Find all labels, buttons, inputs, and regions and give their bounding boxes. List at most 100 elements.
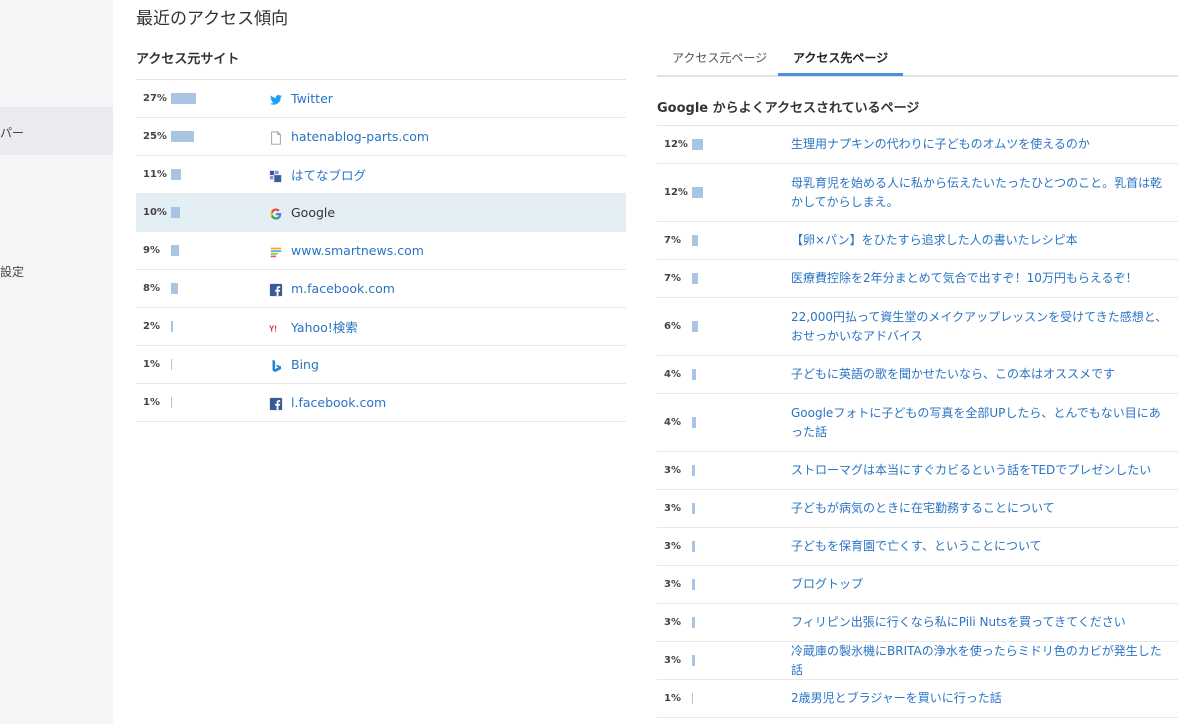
- page-bar-track: [692, 417, 791, 428]
- page-bar: [692, 273, 698, 284]
- page-bar-track: [692, 655, 791, 666]
- source-bar: [171, 245, 179, 256]
- source-bar: [171, 321, 173, 332]
- source-bar-track: [171, 245, 269, 256]
- google-pages-title: Google からよくアクセスされているページ: [657, 97, 1178, 126]
- source-link[interactable]: Twitter: [291, 91, 333, 106]
- page-bar-track: [692, 321, 791, 332]
- page-bar-track: [692, 693, 791, 704]
- source-percent: 1%: [143, 359, 160, 370]
- page-row: 3% フィリピン出張に行くなら私にPili Nutsを買ってきてください: [657, 604, 1178, 642]
- page-row: 1% 2歳男児とブラジャーを買いに行った話: [657, 680, 1178, 718]
- source-row: 1% l.facebook.com: [136, 384, 626, 422]
- source-link[interactable]: www.smartnews.com: [291, 243, 424, 258]
- page-title: 最近のアクセス傾向: [136, 9, 289, 29]
- page-bar: [692, 465, 695, 476]
- page-row: 3% 子どもが病気のときに在宅勤務することについて: [657, 490, 1178, 528]
- source-bar-track: [171, 207, 269, 218]
- source-link[interactable]: はてなブログ: [291, 165, 366, 184]
- source-row: 27% Twitter: [136, 80, 626, 118]
- sidebar: パー 設定: [0, 0, 113, 724]
- source-link[interactable]: m.facebook.com: [291, 281, 395, 296]
- page-link[interactable]: フィリピン出張に行くなら私にPili Nutsを買ってきてください: [791, 613, 1178, 632]
- source-percent: 11%: [143, 169, 167, 180]
- source-bar: [171, 169, 181, 180]
- source-percent: 9%: [143, 245, 160, 256]
- facebook-icon: [269, 282, 283, 296]
- page-percent: 3%: [664, 541, 681, 552]
- source-percent: 10%: [143, 207, 167, 218]
- page-row: 12% 母乳育児を始める人に私から伝えたいたったひとつのこと。乳首は乾かしてからし…: [657, 164, 1178, 222]
- page-percent: 4%: [664, 417, 681, 428]
- page-link[interactable]: 2歳男児とブラジャーを買いに行った話: [791, 689, 1178, 708]
- document-icon: [269, 130, 283, 145]
- source-bar: [171, 359, 172, 370]
- source-bar-track: [171, 321, 269, 332]
- source-link[interactable]: Bing: [291, 357, 319, 372]
- page-bar-track: [692, 139, 791, 150]
- page-bar-track: [692, 503, 791, 514]
- page-bar: [692, 235, 698, 246]
- page-row: 3% 冷蔵庫の製氷機にBRITAの浄水を使ったらミドリ色のカビが発生した話: [657, 642, 1178, 680]
- page-percent: 7%: [664, 273, 681, 284]
- page-row: 7% 医療費控除を2年分まとめて気合で出すぞ！10万円もらえるぞ！: [657, 260, 1178, 298]
- page-link[interactable]: 母乳育児を始める人に私から伝えたいたったひとつのこと。乳首は乾かしてからしまえ。: [791, 174, 1178, 212]
- page-row: 3% ブログトップ: [657, 566, 1178, 604]
- source-link[interactable]: Yahoo!検索: [291, 317, 358, 336]
- section-title: アクセス元サイト: [136, 49, 626, 80]
- access-page-panel: アクセス元ページ アクセス先ページ Google からよくアクセスされているペー…: [657, 41, 1178, 718]
- page-percent: 6%: [664, 321, 681, 332]
- page-bar-track: [692, 235, 791, 246]
- page-link[interactable]: 【卵×パン】をひたすら追求した人の書いたレシピ本: [791, 231, 1178, 250]
- page-row: 3% ストローマグは本当にすぐカビるという話をTEDでプレゼンしたい: [657, 452, 1178, 490]
- source-row: 2% Y! Yahoo!検索: [136, 308, 626, 346]
- source-link[interactable]: Google: [291, 205, 335, 220]
- tab-bar: アクセス元ページ アクセス先ページ: [657, 41, 1178, 77]
- page-link[interactable]: ストローマグは本当にすぐカビるという話をTEDでプレゼンしたい: [791, 461, 1178, 480]
- page-bar-track: [692, 465, 791, 476]
- source-percent: 8%: [143, 283, 160, 294]
- source-bar-track: [171, 169, 269, 180]
- page-link[interactable]: ブログトップ: [791, 575, 1178, 594]
- yahoo-icon: Y!: [269, 320, 283, 334]
- page-link[interactable]: 子どもに英語の歌を聞かせたいなら、この本はオススメです: [791, 365, 1178, 384]
- page-bar: [692, 503, 695, 514]
- page-bar: [692, 417, 696, 428]
- source-row: 8% m.facebook.com: [136, 270, 626, 308]
- page-bar: [692, 655, 695, 666]
- page-link[interactable]: 子どもが病気のときに在宅勤務することについて: [791, 499, 1178, 518]
- google-icon: [269, 206, 283, 220]
- page-link[interactable]: 医療費控除を2年分まとめて気合で出すぞ！10万円もらえるぞ！: [791, 269, 1178, 288]
- page-bar: [692, 139, 703, 150]
- page-link[interactable]: 冷蔵庫の製氷機にBRITAの浄水を使ったらミドリ色のカビが発生した話: [791, 642, 1178, 680]
- page-bar-track: [692, 617, 791, 628]
- page-bar-track: [692, 273, 791, 284]
- access-source-panel: アクセス元サイト 27% Twitter 25% hatenablog-parts.c…: [136, 49, 626, 422]
- page-link[interactable]: 22,000円払って資生堂のメイクアップレッスンを受けてきた感想と、おせっかいな…: [791, 308, 1178, 346]
- source-link[interactable]: hatenablog-parts.com: [291, 129, 429, 144]
- smartnews-icon: [269, 244, 283, 258]
- source-bar: [171, 131, 194, 142]
- source-bar-track: [171, 93, 269, 104]
- source-bar: [171, 397, 172, 408]
- page-percent: 3%: [664, 503, 681, 514]
- page-percent: 4%: [664, 369, 681, 380]
- source-row: 11% はてなブログ: [136, 156, 626, 194]
- page-percent: 3%: [664, 617, 681, 628]
- page-link[interactable]: Googleフォトに子どもの写真を全部UPしたら、とんでもない目にあった話: [791, 404, 1178, 442]
- source-percent: 27%: [143, 93, 167, 104]
- source-link[interactable]: l.facebook.com: [291, 395, 386, 410]
- page-link[interactable]: 生理用ナプキンの代わりに子どものオムツを使えるのか: [791, 135, 1178, 154]
- source-row: 25% hatenablog-parts.com: [136, 118, 626, 156]
- page-row: 3% 子どもを保育園で亡くす、ということについて: [657, 528, 1178, 566]
- source-bar: [171, 93, 196, 104]
- page-bar: [692, 693, 693, 704]
- tab-access-destination-page[interactable]: アクセス先ページ: [778, 41, 904, 76]
- sidebar-item-2[interactable]: 設定: [0, 263, 24, 280]
- tab-access-source-page[interactable]: アクセス元ページ: [657, 41, 782, 75]
- page-bar: [692, 617, 695, 628]
- page-link[interactable]: 子どもを保育園で亡くす、ということについて: [791, 537, 1178, 556]
- source-bar: [171, 207, 180, 218]
- sidebar-item-1[interactable]: パー: [0, 124, 24, 141]
- source-percent: 25%: [143, 131, 167, 142]
